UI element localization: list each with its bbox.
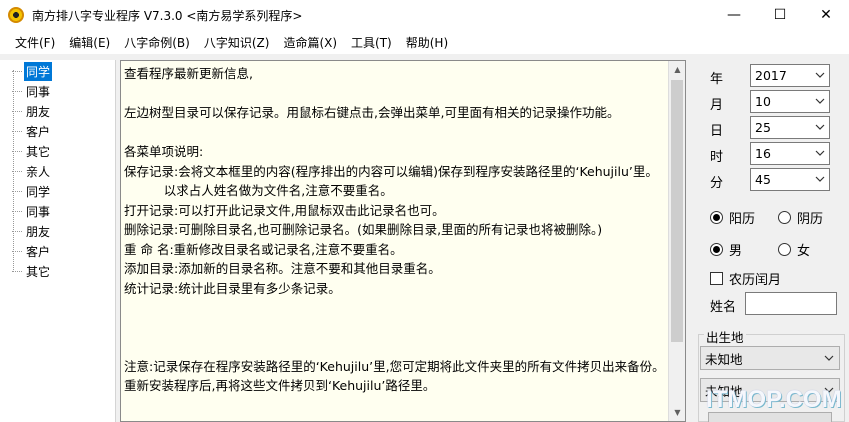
chevron-down-icon bbox=[815, 98, 825, 104]
watermark-logo: ITMOP.COM bbox=[706, 386, 842, 413]
menu-help[interactable]: 帮助(H) bbox=[399, 34, 455, 51]
window-title: 南方排八字专业程序 V7.3.0 <南方易学系列程序> bbox=[32, 8, 303, 23]
day-select[interactable]: 25 bbox=[750, 116, 830, 139]
scroll-down-arrow-icon[interactable]: ▼ bbox=[669, 404, 685, 421]
tree-item-label: 朋友 bbox=[26, 224, 51, 239]
solar-calendar-radio[interactable]: 阳历 bbox=[710, 208, 755, 227]
minute-label: 分 bbox=[710, 176, 724, 191]
chevron-down-icon bbox=[815, 176, 825, 182]
menu-bazi-cases[interactable]: 八字命例(B) bbox=[117, 34, 197, 51]
record-tree[interactable]: 同学 同事 朋友 客户 其它 亲人 同学 同事 朋友 客户 其它 bbox=[0, 60, 116, 422]
radio-icon bbox=[778, 211, 791, 224]
day-label: 日 bbox=[710, 124, 724, 139]
tree-item-label: 亲人 bbox=[26, 164, 51, 179]
month-label: 月 bbox=[710, 98, 724, 113]
menu-edit[interactable]: 编辑(E) bbox=[62, 34, 117, 51]
name-label: 姓名 bbox=[710, 300, 737, 315]
chevron-down-icon bbox=[815, 72, 825, 78]
hour-select[interactable]: 16 bbox=[750, 142, 830, 165]
tree-item[interactable]: 客户 bbox=[12, 121, 52, 141]
scrollbar-thumb[interactable] bbox=[671, 80, 683, 342]
tree-item[interactable]: 同事 bbox=[12, 201, 52, 221]
title-bar: 南方排八字专业程序 V7.3.0 <南方易学系列程序> — ☐ ✕ bbox=[0, 0, 849, 30]
tree-item[interactable]: 同事 bbox=[12, 81, 52, 101]
year-label: 年 bbox=[710, 72, 724, 87]
tree-item-label: 客户 bbox=[26, 244, 51, 259]
tree-item-label: 同学 bbox=[24, 61, 53, 81]
birthplace-province-select[interactable]: 未知地 bbox=[700, 346, 840, 370]
menu-zaoming[interactable]: 造命篇(X) bbox=[276, 34, 344, 51]
chevron-down-icon bbox=[824, 355, 834, 361]
radio-selected-icon bbox=[710, 243, 723, 256]
vertical-scrollbar[interactable]: ▲ ▼ bbox=[668, 61, 685, 421]
text-editor[interactable]: 查看程序最新更新信息, 左边树型目录可以保存记录。用鼠标右键点击,会弹出菜单,可… bbox=[120, 60, 686, 422]
tree-item[interactable]: 同学 bbox=[12, 181, 52, 201]
male-radio[interactable]: 男 bbox=[710, 240, 742, 259]
name-input[interactable] bbox=[745, 292, 837, 315]
tree-item-label: 其它 bbox=[26, 144, 51, 159]
tree-item[interactable]: 朋友 bbox=[12, 101, 52, 121]
tree-item[interactable]: 同学 bbox=[12, 61, 53, 81]
input-panel: 年 2017 月 10 日 25 时 16 分 45 阳历 阴历 男 女 农历闰… bbox=[696, 60, 849, 422]
tree-item[interactable]: 其它 bbox=[12, 141, 52, 161]
menu-bar: 文件(F) 编辑(E) 八字命例(B) 八字知识(Z) 造命篇(X) 工具(T)… bbox=[0, 30, 849, 54]
tree-item-label: 朋友 bbox=[26, 104, 51, 119]
birthplace-label: 出生地 bbox=[704, 327, 746, 346]
tree-item[interactable]: 亲人 bbox=[12, 161, 52, 181]
menu-bazi-knowledge[interactable]: 八字知识(Z) bbox=[197, 34, 277, 51]
minimize-button[interactable]: — bbox=[711, 0, 757, 30]
tree-item[interactable]: 客户 bbox=[12, 241, 52, 261]
app-icon bbox=[8, 7, 24, 23]
month-select[interactable]: 10 bbox=[750, 90, 830, 113]
tree-item-label: 同学 bbox=[26, 184, 51, 199]
radio-selected-icon bbox=[710, 211, 723, 224]
tree-item-label: 同事 bbox=[26, 204, 51, 219]
chevron-down-icon bbox=[815, 124, 825, 130]
tree-item-label: 其它 bbox=[26, 264, 51, 279]
editor-content[interactable]: 查看程序最新更新信息, 左边树型目录可以保存记录。用鼠标右键点击,会弹出菜单,可… bbox=[124, 64, 669, 396]
tree-item[interactable]: 其它 bbox=[12, 261, 52, 281]
checkbox-icon bbox=[710, 272, 723, 285]
menu-file[interactable]: 文件(F) bbox=[8, 34, 62, 51]
tree-item[interactable]: 朋友 bbox=[12, 221, 52, 241]
leap-month-checkbox[interactable]: 农历闰月 bbox=[710, 269, 781, 288]
lunar-calendar-radio[interactable]: 阴历 bbox=[778, 208, 823, 227]
minute-select[interactable]: 45 bbox=[750, 168, 830, 191]
radio-icon bbox=[778, 243, 791, 256]
window-controls: — ☐ ✕ bbox=[711, 0, 849, 30]
scroll-up-arrow-icon[interactable]: ▲ bbox=[669, 61, 685, 78]
close-button[interactable]: ✕ bbox=[803, 0, 849, 30]
chevron-down-icon bbox=[815, 150, 825, 156]
tree-item-label: 同事 bbox=[26, 84, 51, 99]
tree-item-label: 客户 bbox=[26, 124, 51, 139]
hour-label: 时 bbox=[710, 150, 724, 165]
menu-tools[interactable]: 工具(T) bbox=[344, 34, 399, 51]
year-select[interactable]: 2017 bbox=[750, 64, 830, 87]
female-radio[interactable]: 女 bbox=[778, 240, 810, 259]
maximize-button[interactable]: ☐ bbox=[757, 0, 803, 30]
